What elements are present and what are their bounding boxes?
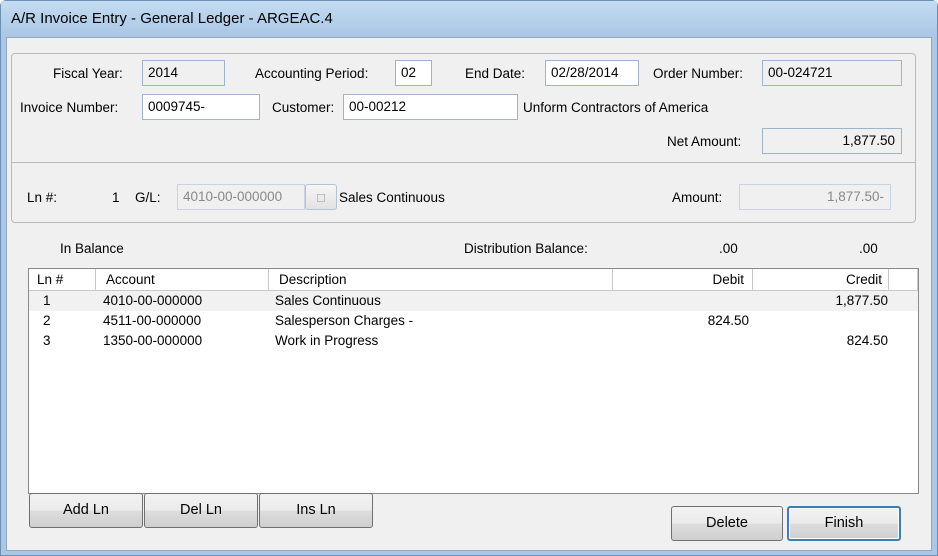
finish-button-label: Finish [824,515,864,531]
table-row[interactable]: 2 4511-00-000000 Salesperson Charges - 8… [29,311,918,331]
column-header-account[interactable]: Account [96,269,269,291]
table-row[interactable]: 3 1350-00-000000 Work in Progress 824.50 [29,331,918,351]
delete-line-button-label: Del Ln [180,502,222,518]
order-number-label: Order Number: [653,66,744,81]
cell-ln: 1 [43,293,51,308]
order-number-field[interactable]: 00-024721 [762,60,902,86]
end-date-field[interactable]: 02/28/2014 [545,60,639,86]
balance-status: In Balance [60,241,124,256]
invoice-number-field[interactable]: 0009745- [142,94,260,120]
column-header-credit[interactable]: Credit [753,269,889,291]
dialog-body: Fiscal Year: 2014 Accounting Period: 02 … [6,37,932,551]
column-header-debit[interactable]: Debit [613,269,753,291]
column-header-spacer [889,269,918,291]
cell-credit: 1,877.50 [835,293,888,308]
accounting-period-field[interactable]: 02 [395,60,432,86]
line-number-label: Ln #: [27,190,58,205]
table-row[interactable]: 1 4010-00-000000 Sales Continuous 1,877.… [29,291,918,311]
cell-description: Sales Continuous [275,293,381,308]
gl-lookup-button[interactable]: ◻ [305,184,337,210]
add-line-button[interactable]: Add Ln [29,493,143,528]
distribution-balance-label: Distribution Balance: [464,241,588,256]
invoice-number-label: Invoice Number: [20,100,119,115]
balance-credit: .00 [859,241,878,256]
cell-account: 4010-00-000000 [103,293,203,308]
title-bar[interactable]: A/R Invoice Entry - General Ledger - ARG… [1,1,937,37]
cell-credit: 824.50 [846,333,888,348]
delete-line-button[interactable]: Del Ln [144,493,258,528]
customer-name: Unform Contractors of America [523,100,709,115]
fiscal-year-label: Fiscal Year: [53,66,123,81]
delete-button[interactable]: Delete [671,506,783,541]
gl-description: Sales Continuous [339,190,445,205]
cell-ln: 2 [43,313,51,328]
gl-label: G/L: [135,190,161,205]
column-header-ln[interactable]: Ln # [29,269,96,291]
balance-debit: .00 [719,241,738,256]
cell-debit: 824.50 [707,313,749,328]
column-header-description[interactable]: Description [269,269,613,291]
finish-button[interactable]: Finish [787,506,901,541]
net-amount-field[interactable]: 1,877.50 [762,128,902,154]
insert-line-button-label: Ins Ln [296,502,336,518]
customer-field[interactable]: 00-00212 [343,94,518,120]
cell-ln: 3 [43,333,51,348]
window-title: A/R Invoice Entry - General Ledger - ARG… [11,10,333,27]
end-date-label: End Date: [465,66,526,81]
add-line-button-label: Add Ln [63,502,109,518]
fiscal-year-field[interactable]: 2014 [142,60,225,86]
group-divider [11,162,916,163]
app-window: A/R Invoice Entry - General Ledger - ARG… [0,0,938,556]
cell-description: Work in Progress [275,333,379,348]
customer-label: Customer: [272,100,335,115]
net-amount-label: Net Amount: [667,134,742,149]
insert-line-button[interactable]: Ins Ln [259,493,373,528]
line-number-value: 1 [112,190,120,205]
accounting-period-label: Accounting Period: [255,66,369,81]
cell-account: 4511-00-000000 [103,313,202,328]
gl-account-field[interactable]: 4010-00-000000 [177,184,305,210]
cell-description: Salesperson Charges - [275,313,414,328]
amount-field[interactable]: 1,877.50- [739,184,891,210]
grid-header: Ln # Account Description Debit Credit [29,269,918,291]
amount-label: Amount: [672,190,723,205]
cell-account: 1350-00-000000 [103,333,203,348]
delete-button-label: Delete [706,515,748,531]
lookup-icon: ◻ [316,190,326,204]
distribution-grid[interactable]: Ln # Account Description Debit Credit 1 … [28,268,919,494]
